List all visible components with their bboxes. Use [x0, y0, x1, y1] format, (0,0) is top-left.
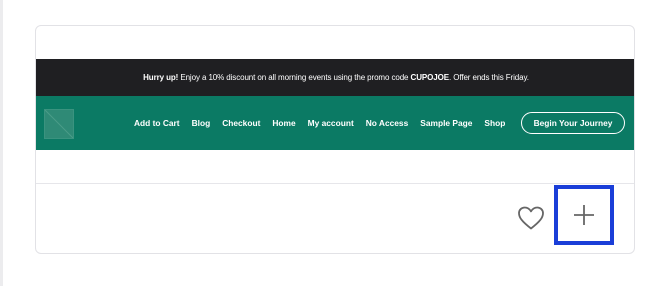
promo-code: CUPOJOE — [410, 73, 450, 82]
nav-item-blog[interactable]: Blog — [192, 118, 211, 128]
promo-text-end: . Offer ends this Friday. — [448, 73, 529, 82]
site-navigation: Add to Cart Blog Checkout Home My accoun… — [36, 96, 634, 150]
nav-item-home[interactable]: Home — [272, 118, 295, 128]
nav-item-checkout[interactable]: Checkout — [222, 118, 260, 128]
nav-item-shop[interactable]: Shop — [484, 118, 505, 128]
nav-item-add-to-cart[interactable]: Add to Cart — [134, 118, 180, 128]
promo-lead: Hurry up! — [143, 73, 179, 82]
logo-placeholder-icon[interactable] — [44, 109, 74, 139]
nav-item-no-access[interactable]: No Access — [366, 118, 409, 128]
divider — [36, 183, 634, 184]
add-button[interactable] — [554, 185, 614, 245]
page-edge — [0, 0, 3, 286]
heart-icon[interactable] — [517, 205, 545, 231]
preview-card: Hurry up! Enjoy a 10% discount on all mo… — [35, 25, 635, 254]
nav-item-my-account[interactable]: My account — [308, 118, 354, 128]
promo-text: Enjoy a 10% discount on all morning even… — [180, 73, 409, 82]
nav-menu: Add to Cart Blog Checkout Home My accoun… — [134, 96, 505, 150]
begin-journey-button[interactable]: Begin Your Journey — [521, 112, 625, 134]
plus-icon — [574, 205, 594, 225]
promo-bar: Hurry up! Enjoy a 10% discount on all mo… — [36, 59, 634, 96]
nav-item-sample-page[interactable]: Sample Page — [420, 118, 472, 128]
